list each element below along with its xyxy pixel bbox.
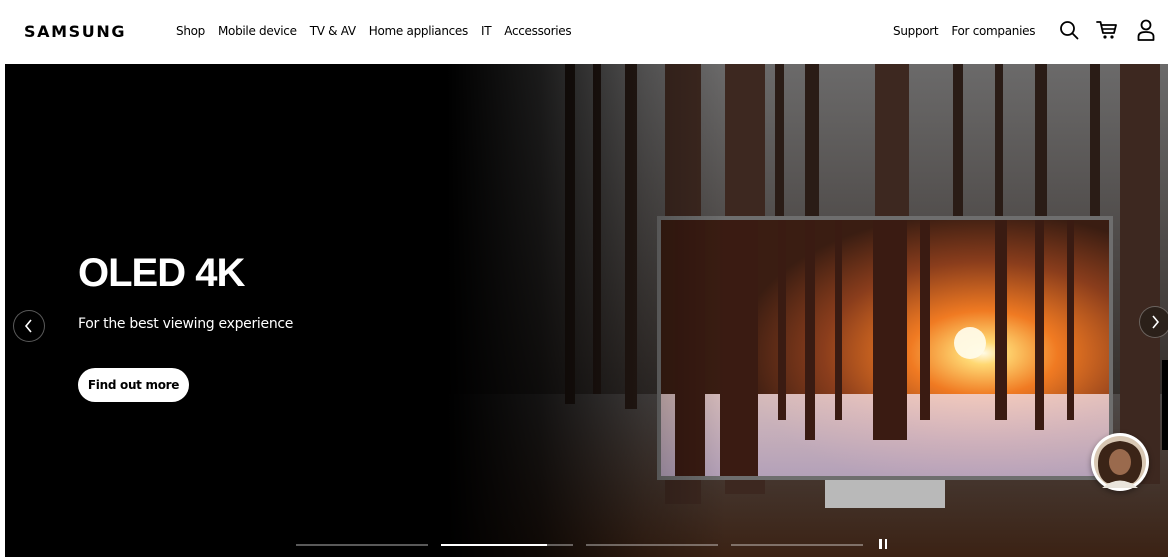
- cart-icon[interactable]: [1095, 17, 1119, 43]
- nav-item-accessories[interactable]: Accessories: [504, 24, 571, 38]
- next-slide-button[interactable]: [1139, 306, 1168, 338]
- samsung-logo[interactable]: SAMSUNG: [24, 22, 126, 41]
- hero-title: OLED 4K: [78, 251, 245, 295]
- side-feedback-tab[interactable]: [1162, 360, 1168, 450]
- user-icon[interactable]: [1134, 17, 1158, 43]
- slide-indicator-2[interactable]: [441, 544, 573, 546]
- hero-gradient-overlay: [5, 64, 1168, 557]
- slide-indicator-1[interactable]: [296, 544, 428, 546]
- find-out-more-button[interactable]: Find out more: [78, 368, 189, 402]
- prev-slide-button[interactable]: [13, 310, 45, 342]
- slide-indicator-3[interactable]: [586, 544, 718, 546]
- nav-item-shop[interactable]: Shop: [176, 24, 205, 38]
- chevron-left-icon: [24, 319, 32, 333]
- nav-item-tv-av[interactable]: TV & AV: [310, 24, 356, 38]
- for-companies-link[interactable]: For companies: [951, 24, 1035, 38]
- chat-assistant-avatar[interactable]: [1091, 433, 1149, 491]
- nav-item-mobile-device[interactable]: Mobile device: [218, 24, 297, 38]
- utility-nav: Support For companies: [893, 24, 1048, 38]
- nav-item-it[interactable]: IT: [481, 24, 492, 38]
- nav-item-home-appliances[interactable]: Home appliances: [369, 24, 469, 38]
- hero-banner: OLED 4K For the best viewing experience …: [5, 64, 1168, 557]
- hero-subtitle: For the best viewing experience: [78, 316, 294, 332]
- pause-icon[interactable]: [877, 537, 889, 551]
- site-header: SAMSUNG Shop Mobile device TV & AV Home …: [0, 0, 1168, 64]
- main-nav: Shop Mobile device TV & AV Home applianc…: [176, 24, 584, 38]
- support-link[interactable]: Support: [893, 24, 939, 38]
- search-icon[interactable]: [1057, 17, 1081, 43]
- slide-indicator-4[interactable]: [731, 544, 863, 546]
- chevron-right-icon: [1152, 315, 1160, 329]
